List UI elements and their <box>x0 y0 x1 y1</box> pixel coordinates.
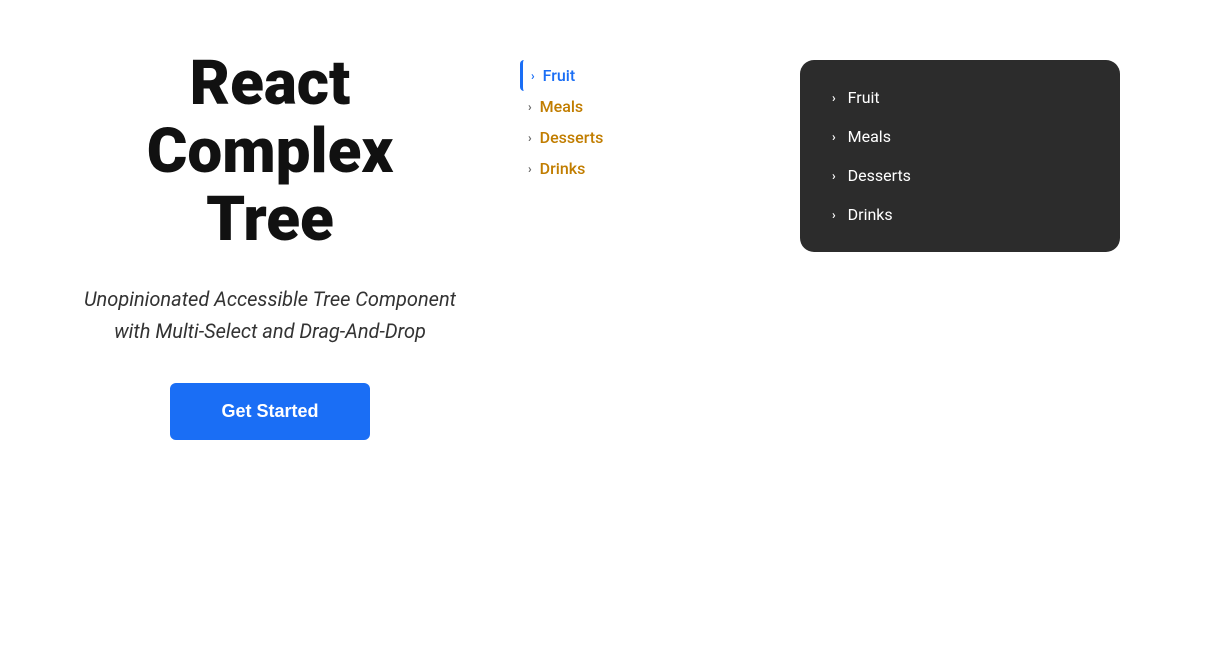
chevron-right-icon: › <box>531 69 535 83</box>
dark-tree-label-desserts: Desserts <box>848 166 911 185</box>
get-started-button[interactable]: Get Started <box>170 383 370 440</box>
main-title: React Complex Tree <box>60 50 480 255</box>
light-tree-item-meals[interactable]: › Meals <box>520 91 760 122</box>
dark-tree-label-fruit: Fruit <box>848 88 880 107</box>
dark-tree-panel: › Fruit › Meals › Desserts › Drinks <box>800 60 1120 252</box>
light-tree-label-fruit: Fruit <box>543 66 576 85</box>
light-tree-item-desserts[interactable]: › Desserts <box>520 122 760 153</box>
light-tree-label-meals: Meals <box>540 97 584 116</box>
chevron-right-icon: › <box>528 131 532 145</box>
light-tree-label-desserts: Desserts <box>540 128 604 147</box>
dark-tree-label-drinks: Drinks <box>848 205 893 224</box>
dark-tree-item-desserts[interactable]: › Desserts <box>824 156 1096 195</box>
dark-tree-item-drinks[interactable]: › Drinks <box>824 195 1096 234</box>
subtitle: Unopinionated Accessible Tree Component … <box>60 283 480 347</box>
chevron-right-icon: › <box>528 162 532 176</box>
chevron-right-icon: › <box>832 208 836 222</box>
chevron-right-icon: › <box>832 130 836 144</box>
light-tree-item-fruit[interactable]: › Fruit <box>520 60 760 91</box>
hero-section: React Complex Tree Unopinionated Accessi… <box>60 40 480 440</box>
light-tree-label-drinks: Drinks <box>540 159 586 178</box>
chevron-right-icon: › <box>528 100 532 114</box>
dark-tree-item-fruit[interactable]: › Fruit <box>824 78 1096 117</box>
light-tree-item-drinks[interactable]: › Drinks <box>520 153 760 184</box>
light-tree-panel: › Fruit › Meals › Desserts › Drinks <box>480 40 760 184</box>
dark-tree-item-meals[interactable]: › Meals <box>824 117 1096 156</box>
chevron-right-icon: › <box>832 91 836 105</box>
page-container: React Complex Tree Unopinionated Accessi… <box>60 40 1145 440</box>
dark-tree-section: › Fruit › Meals › Desserts › Drinks <box>760 40 1145 252</box>
dark-tree-label-meals: Meals <box>848 127 891 146</box>
chevron-right-icon: › <box>832 169 836 183</box>
